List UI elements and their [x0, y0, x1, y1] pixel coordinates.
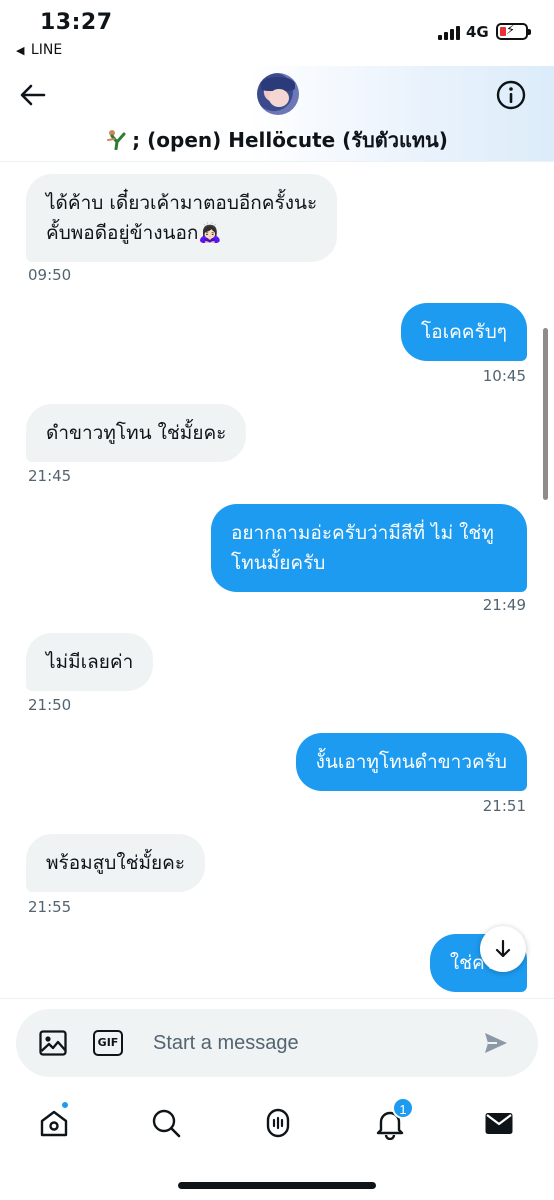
notification-badge: 1: [392, 1097, 414, 1119]
back-button[interactable]: [18, 80, 48, 110]
message-time: 10:45: [482, 367, 526, 385]
conversation-title-text: ; (open) Hellöcute (รับตัวแทน): [132, 128, 448, 152]
spaces-icon: [266, 1108, 290, 1138]
battery-icon: ⚡: [496, 23, 531, 40]
message-text: ไม่มีเลยค่า: [46, 651, 134, 673]
arrow-down-icon: [495, 939, 511, 958]
message-bubble[interactable]: ดำขาวทูโทน ใช่มั้ยคะ: [26, 404, 247, 462]
message-input[interactable]: [153, 1027, 473, 1059]
composer-bar: GIF: [0, 998, 554, 1090]
back-triangle-icon: ◀: [16, 44, 25, 57]
message-time: 09:50: [28, 266, 72, 284]
message-time: 21:45: [28, 467, 72, 485]
back-to-app-link[interactable]: ◀ LINE: [16, 42, 62, 58]
bottom-navigation: 1: [0, 1090, 554, 1200]
message-list[interactable]: ได้ค้าบ เดี๋ยวเค้ามาตอบอีกครั้งนะ คั้บพอ…: [0, 162, 554, 998]
composer: GIF: [16, 1009, 538, 1077]
message-bubble[interactable]: ได้ค้าบ เดี๋ยวเค้ามาตอบอีกครั้งนะ คั้บพอ…: [26, 174, 338, 262]
home-indicator: [178, 1182, 376, 1189]
send-button[interactable]: [483, 1030, 509, 1056]
add-image-button[interactable]: [38, 1028, 68, 1058]
nav-messages[interactable]: [478, 1104, 518, 1144]
gif-button[interactable]: GIF: [93, 1030, 123, 1056]
info-circle-icon: [496, 80, 526, 110]
search-icon: [152, 1109, 181, 1138]
message-bubble[interactable]: ไม่มีเลยค่า: [26, 633, 154, 691]
message-time: 21:55: [28, 898, 72, 916]
gymnast-emoji-icon: [107, 130, 126, 150]
scrollbar[interactable]: [543, 328, 548, 500]
message-bubble[interactable]: อยากถามอ่ะครับว่ามีสีที่ ไม่ ใช่ทู โทนมั…: [211, 504, 527, 592]
image-icon: [39, 1030, 67, 1056]
message-bubble[interactable]: พร้อมสูบใช่มั้ยคะ: [26, 834, 206, 892]
conversation-title[interactable]: ; (open) Hellöcute (รับตัวแทน): [0, 124, 554, 156]
arrow-left-icon: [20, 84, 46, 106]
status-time: 13:27: [40, 10, 113, 35]
message-time: 21:49: [482, 596, 526, 614]
message-text: อยากถามอ่ะครับว่ามีสีที่ ไม่ ใช่ทู โทนมั…: [231, 522, 494, 574]
nav-home[interactable]: [33, 1104, 73, 1144]
message-text: โอเคครับๆ: [420, 321, 507, 343]
messages-icon: [485, 1113, 513, 1134]
message-text: ได้ค้าบ เดี๋ยวเค้ามาตอบอีกครั้งนะ คั้บพอ…: [46, 192, 318, 244]
signal-icon: [438, 26, 460, 40]
info-button[interactable]: [495, 79, 527, 111]
message-time: 21:50: [28, 696, 72, 714]
conversation-header: ; (open) Hellöcute (รับตัวแทน): [0, 66, 554, 162]
send-icon: [485, 1033, 507, 1053]
message-text: งั้นเอาทูโทนดำขาวครับ: [315, 751, 507, 773]
status-bar: 13:27 ◀ LINE 4G ⚡: [0, 0, 554, 66]
avatar[interactable]: [257, 73, 299, 115]
nav-search[interactable]: [145, 1104, 185, 1144]
back-app-label: LINE: [30, 42, 63, 58]
message-text: ดำขาวทูโทน ใช่มั้ยคะ: [46, 422, 227, 444]
message-bubble[interactable]: งั้นเอาทูโทนดำขาวครับ: [295, 733, 527, 791]
scroll-to-bottom-button[interactable]: [480, 926, 526, 972]
network-type: 4G: [466, 23, 489, 41]
nav-spaces[interactable]: [257, 1104, 297, 1144]
message-text: พร้อมสูบใช่มั้ยคะ: [46, 852, 186, 874]
message-time: 21:51: [482, 797, 526, 815]
home-icon: [40, 1110, 68, 1137]
message-bubble[interactable]: โอเคครับๆ: [400, 303, 527, 361]
home-unread-dot: [60, 1100, 70, 1110]
